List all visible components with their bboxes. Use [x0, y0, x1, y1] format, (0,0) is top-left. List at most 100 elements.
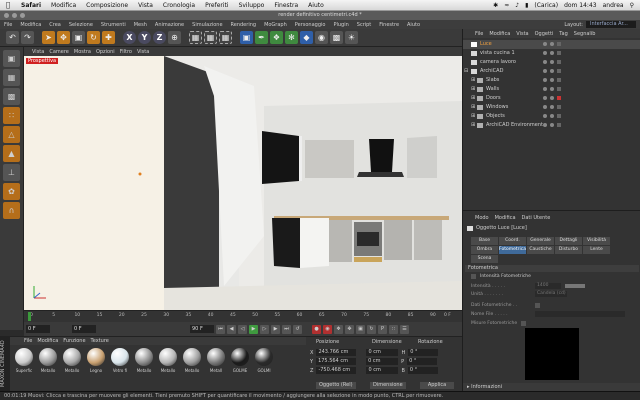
app-menu-selezione[interactable]: Selezione — [65, 22, 97, 28]
material-swatch[interactable]: Superfic — [14, 348, 34, 373]
app-menu-modifica[interactable]: Modifica — [16, 22, 45, 28]
object-row[interactable]: vista cucina 1 — [463, 49, 640, 58]
material-menu-modifica[interactable]: Modifica — [37, 338, 58, 344]
polygons-mode-icon[interactable]: ▲ — [3, 145, 20, 162]
filename-field[interactable] — [535, 311, 625, 317]
viewport-menu-vista[interactable]: Vista — [137, 49, 149, 55]
attribute-menu-dati-utente[interactable]: Dati Utente — [522, 215, 551, 221]
tab-base[interactable]: Base — [471, 237, 498, 245]
tag-icon[interactable] — [557, 78, 561, 82]
user-name[interactable]: andrea — [603, 2, 624, 9]
app-menu-script[interactable]: Script — [353, 22, 376, 28]
model-mode-icon[interactable]: ▦ — [3, 69, 20, 86]
expand-toggle-icon[interactable]: ⊞ — [471, 76, 475, 85]
prev-frame-icon[interactable]: ◁ — [238, 324, 247, 334]
intensity-field[interactable]: 1400 — [535, 283, 561, 289]
material-swatch[interactable]: Legno — [86, 348, 106, 373]
visibility-render-icon[interactable] — [550, 96, 554, 100]
expand-toggle-icon[interactable]: ⊞ — [471, 85, 475, 94]
tag-icon[interactable] — [557, 51, 561, 55]
point-level-icon[interactable]: ∷ — [389, 324, 398, 334]
size-y-field[interactable]: 0 cm — [366, 358, 399, 365]
object-row[interactable]: ⊞ Windows — [463, 103, 640, 112]
viewport[interactable]: Prospettiva — [24, 56, 462, 310]
app-menu-mograph[interactable]: MoGraph — [260, 22, 291, 28]
material-swatch[interactable]: Metallo — [158, 348, 178, 373]
menu-cronologia[interactable]: Cronologia — [158, 2, 200, 9]
checkbox[interactable] — [535, 303, 540, 308]
tab-lente[interactable]: Lente — [583, 246, 610, 254]
app-menu-rendering[interactable]: Rendering — [227, 22, 261, 28]
play-icon[interactable]: ▶ — [249, 324, 258, 334]
move-tool-icon[interactable]: ✥ — [57, 31, 70, 44]
object-row[interactable]: ⊞ Objects — [463, 112, 640, 121]
viewport-menu-vista[interactable]: Vista — [32, 49, 44, 55]
size-mode-select[interactable]: Dimensione — [370, 382, 406, 389]
visibility-render-icon[interactable] — [550, 60, 554, 64]
playhead[interactable] — [28, 312, 31, 321]
menu-finestra[interactable]: Finestra — [269, 2, 303, 9]
camera-icon[interactable]: ▩ — [330, 31, 343, 44]
visibility-editor-icon[interactable] — [543, 60, 547, 64]
size-x-field[interactable]: 0 cm — [366, 349, 399, 356]
object-row[interactable]: ⊟ ArchiCAD — [463, 67, 640, 76]
app-menu-simulazione[interactable]: Simulazione — [188, 22, 226, 28]
deformer-icon[interactable]: ◆ — [300, 31, 313, 44]
make-editable-icon[interactable]: ▣ — [3, 50, 20, 67]
tab-ombra[interactable]: Ombra — [471, 246, 498, 254]
visibility-render-icon[interactable] — [550, 51, 554, 55]
visibility-editor-icon[interactable] — [543, 105, 547, 109]
object-menu-tag[interactable]: Tag — [559, 31, 567, 37]
spotlight-icon[interactable]: ⚲ — [630, 2, 634, 9]
expand-toggle-icon[interactable]: ⊞ — [471, 94, 475, 103]
tag-icon[interactable] — [557, 114, 561, 118]
material-swatch[interactable]: Metallo — [182, 348, 202, 373]
material-menu-funzione[interactable]: Funzione — [63, 338, 85, 344]
visibility-editor-icon[interactable] — [543, 69, 547, 73]
minimize-window-button[interactable] — [12, 13, 17, 18]
material-swatch[interactable]: Vetro fi — [110, 348, 130, 373]
viewport-menu-mostra[interactable]: Mostra — [74, 49, 91, 55]
volume-icon[interactable]: ♪ — [515, 2, 519, 9]
timeline-ruler[interactable]: 0 5 10 15 20 25 30 35 40 45 50 55 60 65 70 75 80 85 90 0 F — [24, 310, 462, 322]
position-y-field[interactable]: 175.564 cm — [316, 358, 357, 365]
material-swatch[interactable]: Metallo — [134, 348, 154, 373]
next-key-icon[interactable]: ▶ — [271, 324, 280, 334]
size-z-field[interactable]: 0 cm — [366, 367, 399, 374]
max-frame-field[interactable]: 90 F — [190, 325, 214, 333]
visibility-render-icon[interactable] — [550, 87, 554, 91]
rotation-key-icon[interactable]: ↻ — [367, 324, 376, 334]
snap-icon[interactable]: ✿ — [3, 183, 20, 200]
checkbox[interactable] — [521, 321, 527, 326]
app-menu-crea[interactable]: Crea — [45, 22, 65, 28]
material-swatch[interactable]: GOLMI — [254, 348, 274, 373]
visibility-render-icon[interactable] — [550, 78, 554, 82]
expand-toggle-icon[interactable]: ⊞ — [471, 112, 475, 121]
material-menu-texture[interactable]: Texture — [91, 338, 109, 344]
axis-x-toggle[interactable]: X — [123, 31, 136, 44]
visibility-render-icon[interactable] — [550, 114, 554, 118]
position-x-field[interactable]: 243.766 cm — [316, 349, 357, 356]
attribute-menu-modifica[interactable]: Modifica — [495, 215, 516, 221]
keyframe-selection-icon[interactable]: ❖ — [334, 324, 343, 334]
app-menu-personaggio[interactable]: Personaggio — [291, 22, 330, 28]
pen-spline-icon[interactable]: ✒ — [255, 31, 268, 44]
app-menu-file[interactable]: File — [0, 22, 16, 28]
visibility-editor-icon[interactable] — [543, 114, 547, 118]
object-row[interactable]: Luce — [463, 40, 640, 49]
tag-icon[interactable] — [557, 87, 561, 91]
battery-icon[interactable]: ▮ — [525, 2, 528, 9]
material-swatch[interactable]: Metallo — [38, 348, 58, 373]
record-icon[interactable]: ● — [312, 324, 321, 334]
close-window-button[interactable] — [4, 13, 9, 18]
zoom-window-button[interactable] — [20, 13, 25, 18]
bluetooth-icon[interactable]: ✱ — [493, 2, 498, 9]
prev-key-icon[interactable]: ◀ — [227, 324, 236, 334]
menu-preferiti[interactable]: Preferiti — [200, 2, 234, 9]
axis-y-toggle[interactable]: Y — [138, 31, 151, 44]
menu-vista[interactable]: Vista — [133, 2, 158, 9]
visibility-render-icon[interactable] — [550, 42, 554, 46]
points-mode-icon[interactable]: ∷ — [3, 107, 20, 124]
apply-button[interactable]: Applica — [420, 382, 454, 389]
position-z-field[interactable]: -750.468 cm — [316, 367, 357, 374]
